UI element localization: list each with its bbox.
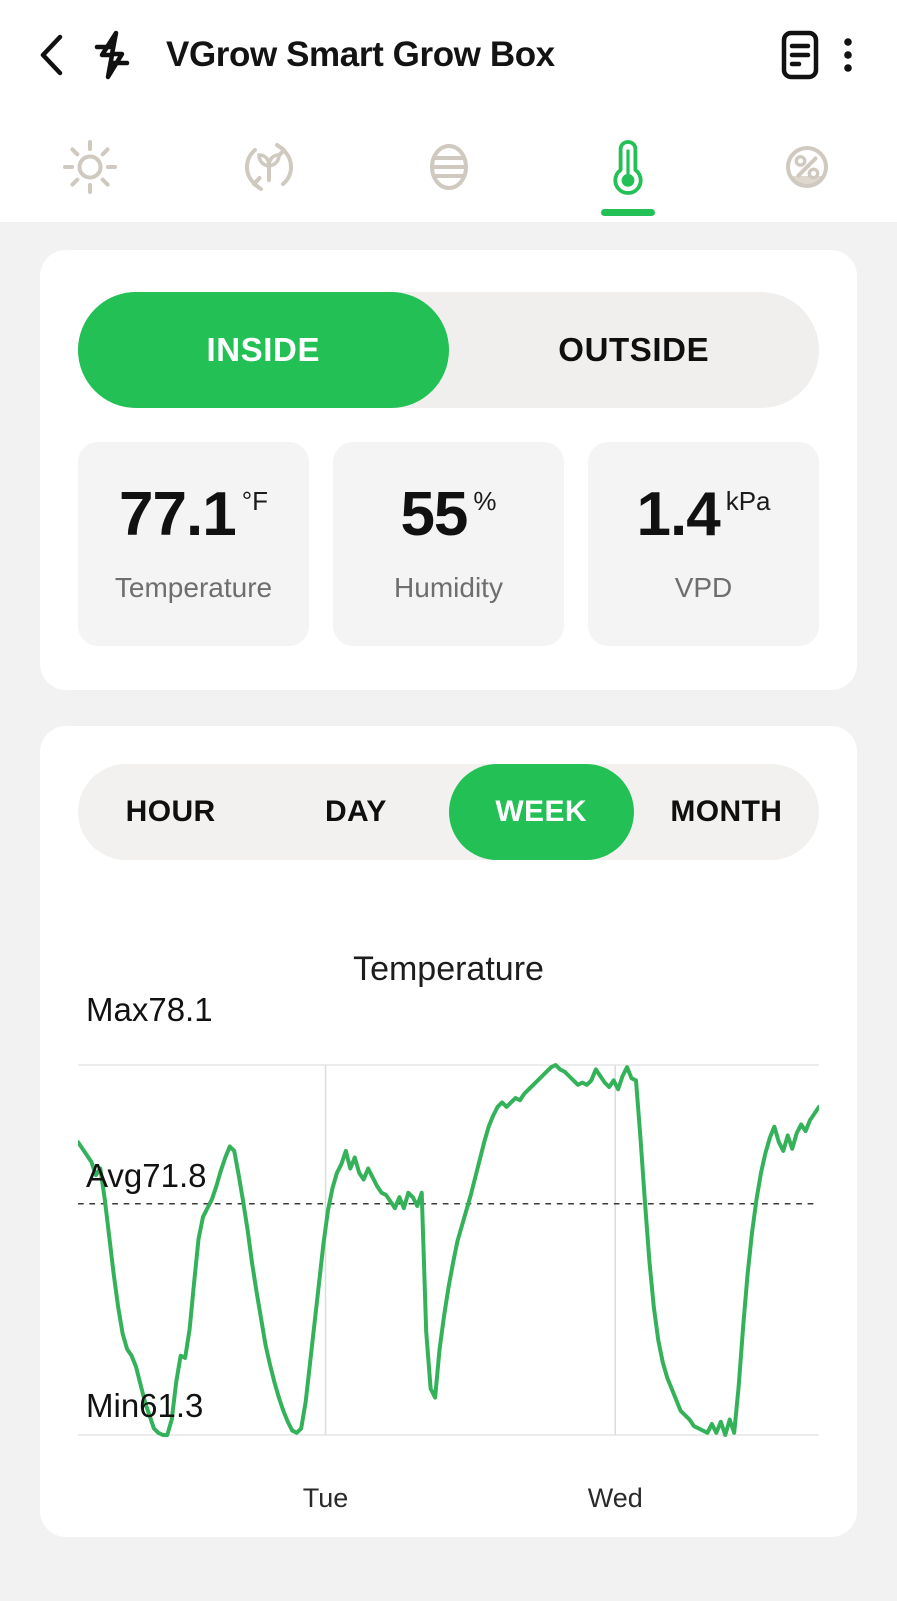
active-tab-indicator xyxy=(600,209,655,216)
location-toggle[interactable]: INSIDE OUTSIDE xyxy=(78,292,819,408)
airflow-icon xyxy=(429,144,468,190)
metric-value: 55 xyxy=(400,480,468,549)
app-top-bar: VGrow Smart Grow Box xyxy=(0,0,897,110)
chart-card: HOUR DAY WEEK MONTH Temperature Max78.1 … xyxy=(40,726,857,1537)
chart-avg-label: Avg71.8 xyxy=(86,1157,207,1194)
back-button[interactable] xyxy=(30,27,74,83)
page-title: VGrow Smart Grow Box xyxy=(166,35,555,74)
metric-value-row: 1.4 kPa xyxy=(636,484,770,546)
metric-unit: % xyxy=(473,486,497,516)
chart-max-label: Max78.1 xyxy=(86,991,213,1028)
metric-value: 1.4 xyxy=(636,480,720,549)
sidebar-item-grow-cycle[interactable] xyxy=(179,118,358,222)
chart-x-axis: Tue Wed xyxy=(78,1465,819,1537)
lightning-bolt-icon[interactable] xyxy=(84,27,140,83)
segment-inside[interactable]: INSIDE xyxy=(78,292,449,408)
segment-outside[interactable]: OUTSIDE xyxy=(449,292,820,408)
sidebar-item-temperature[interactable] xyxy=(538,118,717,222)
time-range-toggle[interactable]: HOUR DAY WEEK MONTH xyxy=(78,764,819,860)
chart-min-label: Min61.3 xyxy=(86,1387,204,1424)
sidebar-item-humidity[interactable] xyxy=(718,118,897,222)
metric-tile-vpd[interactable]: 1.4 kPa VPD xyxy=(588,442,819,646)
percent-icon xyxy=(786,146,829,188)
metric-unit: kPa xyxy=(725,486,771,516)
overflow-menu-icon[interactable] xyxy=(825,27,871,83)
metric-tile-humidity[interactable]: 55 % Humidity xyxy=(333,442,564,646)
metric-unit: °F xyxy=(241,486,268,516)
sidebar-item-light[interactable] xyxy=(0,118,179,222)
metric-label: VPD xyxy=(674,572,733,603)
thermometer-icon xyxy=(613,140,643,195)
metric-value-row: 55 % xyxy=(400,484,496,546)
range-month[interactable]: MONTH xyxy=(634,764,819,860)
temperature-chart[interactable]: Max78.1 Avg71.8 Min61.3 xyxy=(78,991,819,1465)
sensor-card: INSIDE OUTSIDE 77.1 °F Temperature 55 % … xyxy=(40,250,857,690)
range-hour[interactable]: HOUR xyxy=(78,764,263,860)
document-list-icon[interactable] xyxy=(775,27,825,83)
chart-title: Temperature xyxy=(353,950,544,988)
range-week[interactable]: WEEK xyxy=(448,764,634,860)
metric-label: Humidity xyxy=(394,572,503,603)
app-root: VGrow Smart Grow Box INSIDE OUTSIDE 77.1… xyxy=(0,0,897,1601)
range-day[interactable]: DAY xyxy=(263,764,448,860)
device-tab-strip xyxy=(0,110,897,222)
x-axis-tick: Tue xyxy=(302,1483,349,1513)
x-axis-tick: Wed xyxy=(587,1483,643,1513)
metric-value: 77.1 xyxy=(119,480,237,549)
sun-icon xyxy=(62,140,117,194)
plant-cycle-icon xyxy=(245,143,294,191)
metric-label: Temperature xyxy=(114,572,273,603)
metric-tile-temperature[interactable]: 77.1 °F Temperature xyxy=(78,442,309,646)
metric-value-row: 77.1 °F xyxy=(119,484,268,546)
sidebar-item-airflow[interactable] xyxy=(359,118,538,222)
metric-tiles: 77.1 °F Temperature 55 % Humidity 1.4 kP… xyxy=(78,442,819,646)
